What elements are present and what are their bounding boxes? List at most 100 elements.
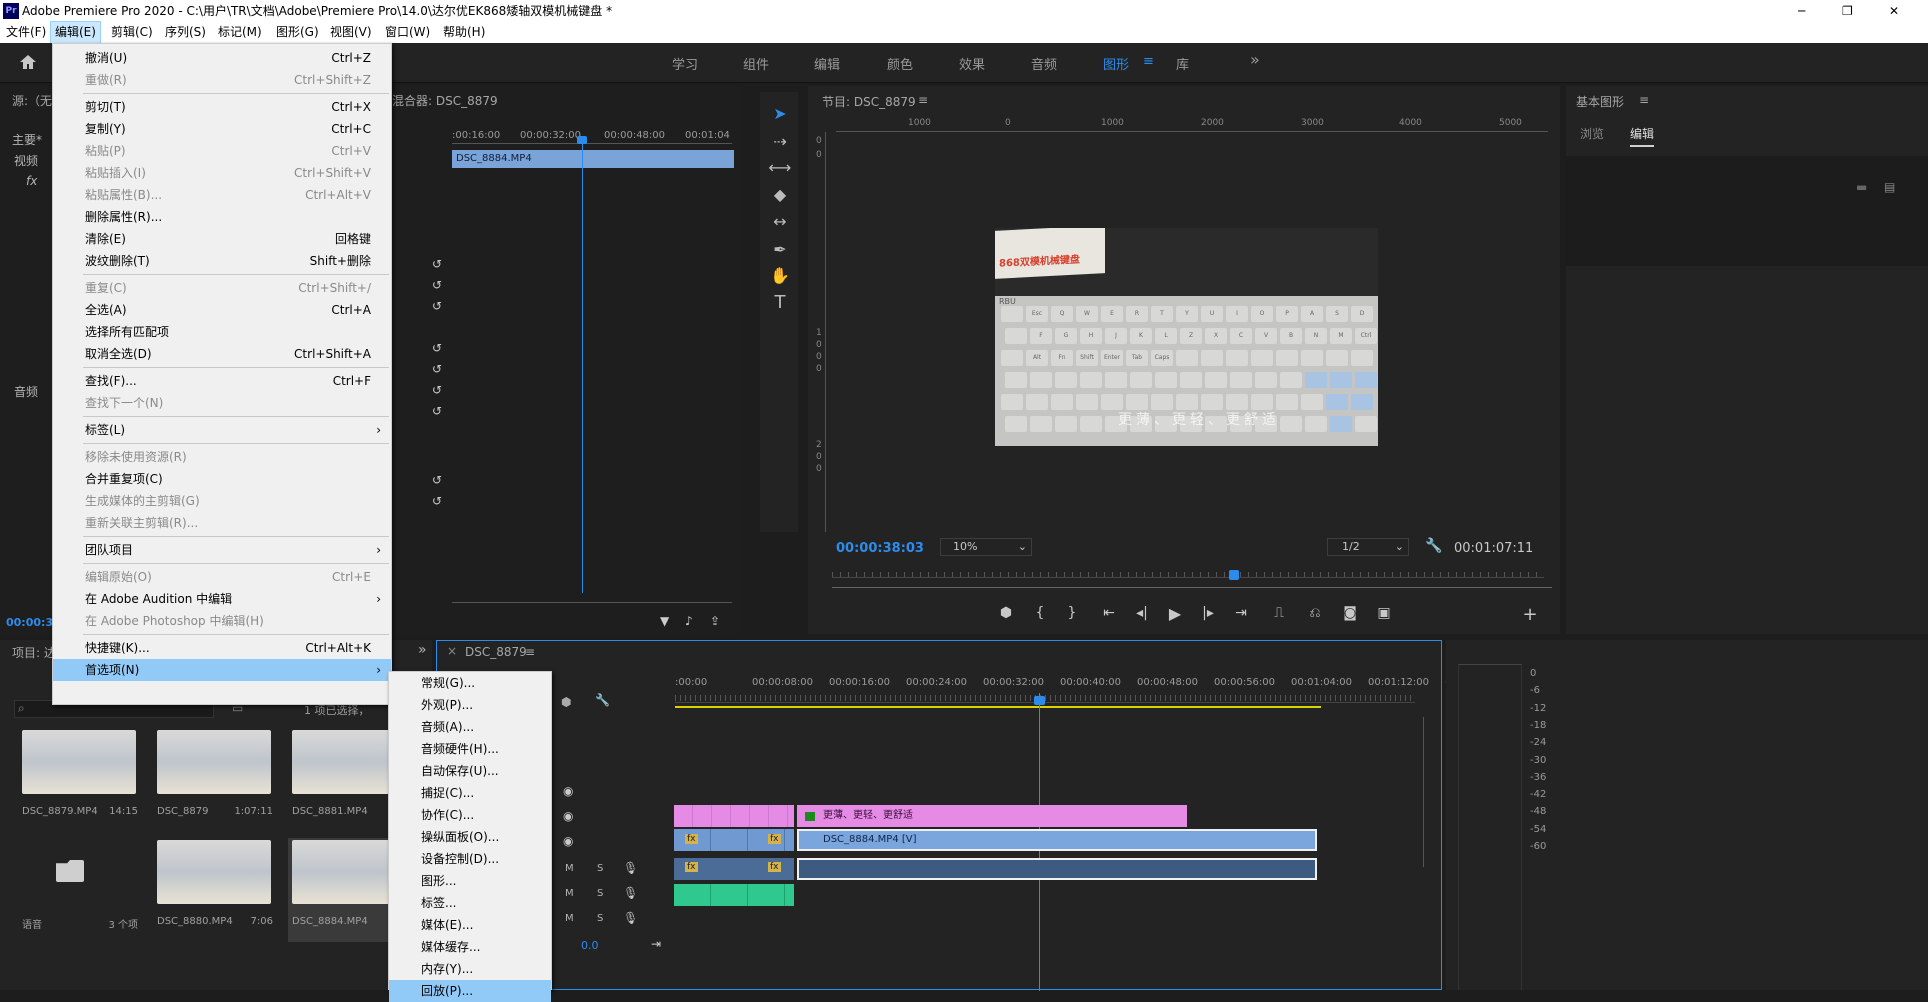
workspace-assembly[interactable]: 组件 (743, 54, 769, 73)
timeline-title[interactable]: DSC_8879 (465, 645, 527, 659)
edit-menu-item[interactable]: 合并重复项(C) (53, 468, 391, 490)
program-title[interactable]: 节目: DSC_8879 (822, 93, 916, 110)
menu-edit[interactable]: 编辑(E) (50, 21, 101, 44)
preferences-menu-item[interactable]: 常规(G)... (389, 672, 551, 694)
preferences-menu-item[interactable]: 媒体(E)... (389, 914, 551, 936)
track-eye-icon[interactable]: ◉ (563, 834, 573, 848)
project-item[interactable]: DSC_8879 1:07:11 (153, 728, 281, 832)
project-item[interactable]: DSC_8879.MP4 14:15 (18, 728, 146, 832)
close-button[interactable]: ✕ (1889, 0, 1899, 22)
add-button-icon[interactable]: + (1520, 604, 1540, 625)
project-item[interactable]: DSC_8880.MP4 7:06 (153, 838, 281, 942)
project-item[interactable]: 语音 3 个项 (18, 838, 146, 942)
edit-menu-item[interactable]: 清除(E) 回格键 (53, 228, 391, 250)
edit-menu-item[interactable]: 标签(L) › (53, 419, 391, 441)
menu-window[interactable]: 窗口(W) (381, 22, 434, 43)
ripple-edit-tool-icon[interactable]: ⟷ (768, 158, 792, 177)
edit-menu-item[interactable]: 首选项(N) › (53, 659, 391, 681)
workspace-color[interactable]: 颜色 (887, 54, 913, 73)
timeline-close[interactable]: × (447, 644, 457, 658)
reset-icon[interactable]: ↺ (432, 257, 442, 271)
preferences-menu-item[interactable]: 操纵面板(O)... (389, 826, 551, 848)
project-more[interactable]: » (418, 642, 427, 658)
menu-file[interactable]: 文件(F) (2, 22, 50, 43)
graphic-clip-small[interactable] (674, 805, 794, 827)
master-volume[interactable]: 0.0 (581, 939, 599, 952)
workspace-more[interactable]: » (1250, 50, 1260, 69)
work-area-bar[interactable] (675, 706, 1321, 708)
workspace-audio[interactable]: 音频 (1031, 54, 1057, 73)
menu-marker[interactable]: 标记(M) (214, 22, 266, 43)
razor-tool-icon[interactable]: ◆ (768, 185, 792, 204)
reset-icon[interactable]: ↺ (432, 299, 442, 313)
mark-in-icon[interactable]: { (1030, 605, 1050, 621)
preferences-menu-item[interactable]: 音频(A)... (389, 716, 551, 738)
minimize-button[interactable]: ─ (1798, 0, 1805, 22)
add-marker-icon[interactable]: ⬢ (996, 605, 1016, 621)
graphic-clip[interactable]: 更薄、更轻、更舒适 (797, 805, 1187, 827)
track-mute[interactable]: M (565, 863, 574, 874)
timeline-ruler[interactable]: :00:00 00:00:08:00 00:00:16:00 00:00:24:00 0… (675, 675, 1449, 703)
program-menu-icon[interactable]: ≡ (918, 93, 928, 107)
hand-tool-icon[interactable]: ✋ (768, 266, 792, 285)
mixer-scrollbar[interactable] (452, 602, 732, 603)
track-mute[interactable]: M (565, 888, 574, 899)
settings-wrench-icon[interactable]: 🔧 (1425, 538, 1442, 554)
program-zoom-bar[interactable] (832, 587, 1552, 588)
camera-icon[interactable]: ◙ (1340, 605, 1360, 621)
mixer-playhead-handle[interactable] (577, 136, 587, 144)
workspace-graphics[interactable]: 图形 (1103, 54, 1129, 73)
audio-clip[interactable] (797, 858, 1317, 880)
filter-icon[interactable]: ▼ (660, 614, 669, 628)
quality-select[interactable]: 1/2 ⌄ (1327, 538, 1409, 556)
extract-icon[interactable]: ⎌ (1305, 605, 1325, 621)
new-layer-icon[interactable]: ▤ (1884, 180, 1895, 194)
selection-tool-icon[interactable]: ➤ (768, 104, 792, 123)
program-time-ruler[interactable] (832, 572, 1544, 578)
edit-menu-item[interactable]: 取消全选(D) Ctrl+Shift+A (53, 343, 391, 365)
edit-menu-item[interactable]: 选择所有匹配项 (53, 321, 391, 343)
menu-help[interactable]: 帮助(H) (439, 22, 489, 43)
track-solo[interactable]: S (597, 888, 603, 899)
menu-graphics[interactable]: 图形(G) (272, 22, 323, 43)
edit-menu-item[interactable]: 撤消(U) Ctrl+Z (53, 47, 391, 69)
track-eye-icon[interactable]: ◉ (563, 784, 573, 798)
edit-menu-item[interactable]: 复制(Y) Ctrl+C (53, 118, 391, 140)
mixer-ruler[interactable]: :00:16:00 00:00:32:00 00:00:48:00 00:01:… (452, 128, 732, 144)
preferences-menu-item[interactable]: 标签... (389, 892, 551, 914)
timeline-settings-wrench-icon[interactable]: 🔧 (595, 693, 610, 707)
program-timecode[interactable]: 00:00:38:03 (836, 541, 924, 556)
layer-list[interactable] (1566, 156, 1928, 266)
mixer-playhead[interactable] (582, 138, 583, 593)
preferences-menu-item[interactable]: 回放(P)... (389, 980, 551, 1002)
workspace-learn[interactable]: 学习 (672, 54, 698, 73)
preferences-menu-item[interactable]: 捕捉(C)... (389, 782, 551, 804)
home-icon[interactable] (18, 53, 38, 71)
preferences-menu-item[interactable]: 设备控制(D)... (389, 848, 551, 870)
comparison-view-icon[interactable]: ▣ (1374, 605, 1394, 621)
type-tool-icon[interactable]: T (768, 292, 792, 313)
track-eye-icon[interactable]: ◉ (563, 809, 573, 823)
essential-menu-icon[interactable]: ≡ (1639, 93, 1649, 107)
edit-menu-item[interactable]: 在 Adobe Audition 中编辑 › (53, 588, 391, 610)
mic-icon[interactable]: 🎙 (623, 911, 638, 925)
step-back-icon[interactable]: ◂| (1132, 605, 1152, 621)
track-solo[interactable]: S (597, 863, 603, 874)
slip-tool-icon[interactable]: ↔ (768, 212, 792, 231)
preferences-menu-item[interactable]: 协作(C)... (389, 804, 551, 826)
lift-icon[interactable]: ⎍ (1269, 605, 1289, 621)
essential-title[interactable]: 基本图形 (1576, 93, 1624, 110)
zoom-select[interactable]: 10% ⌄ (940, 538, 1032, 556)
reset-icon[interactable]: ↺ (432, 278, 442, 292)
timeline-scrollbar[interactable] (1423, 717, 1424, 867)
preferences-menu-item[interactable]: 音频硬件(H)... (389, 738, 551, 760)
edit-menu-item[interactable]: 波纹删除(T) Shift+删除 (53, 250, 391, 272)
tab-browse[interactable]: 浏览 (1580, 125, 1604, 142)
workspace-libraries[interactable]: 库 (1176, 54, 1189, 73)
export-icon[interactable]: ⇪ (710, 614, 720, 628)
video-clip[interactable]: DSC_8884.MP4 [V] (797, 829, 1317, 851)
preferences-menu-item[interactable]: 自动保存(U)... (389, 760, 551, 782)
play-icon[interactable]: ▶ (1165, 604, 1185, 623)
workspace-effects[interactable]: 效果 (959, 54, 985, 73)
reset-icon[interactable]: ↺ (432, 473, 442, 487)
